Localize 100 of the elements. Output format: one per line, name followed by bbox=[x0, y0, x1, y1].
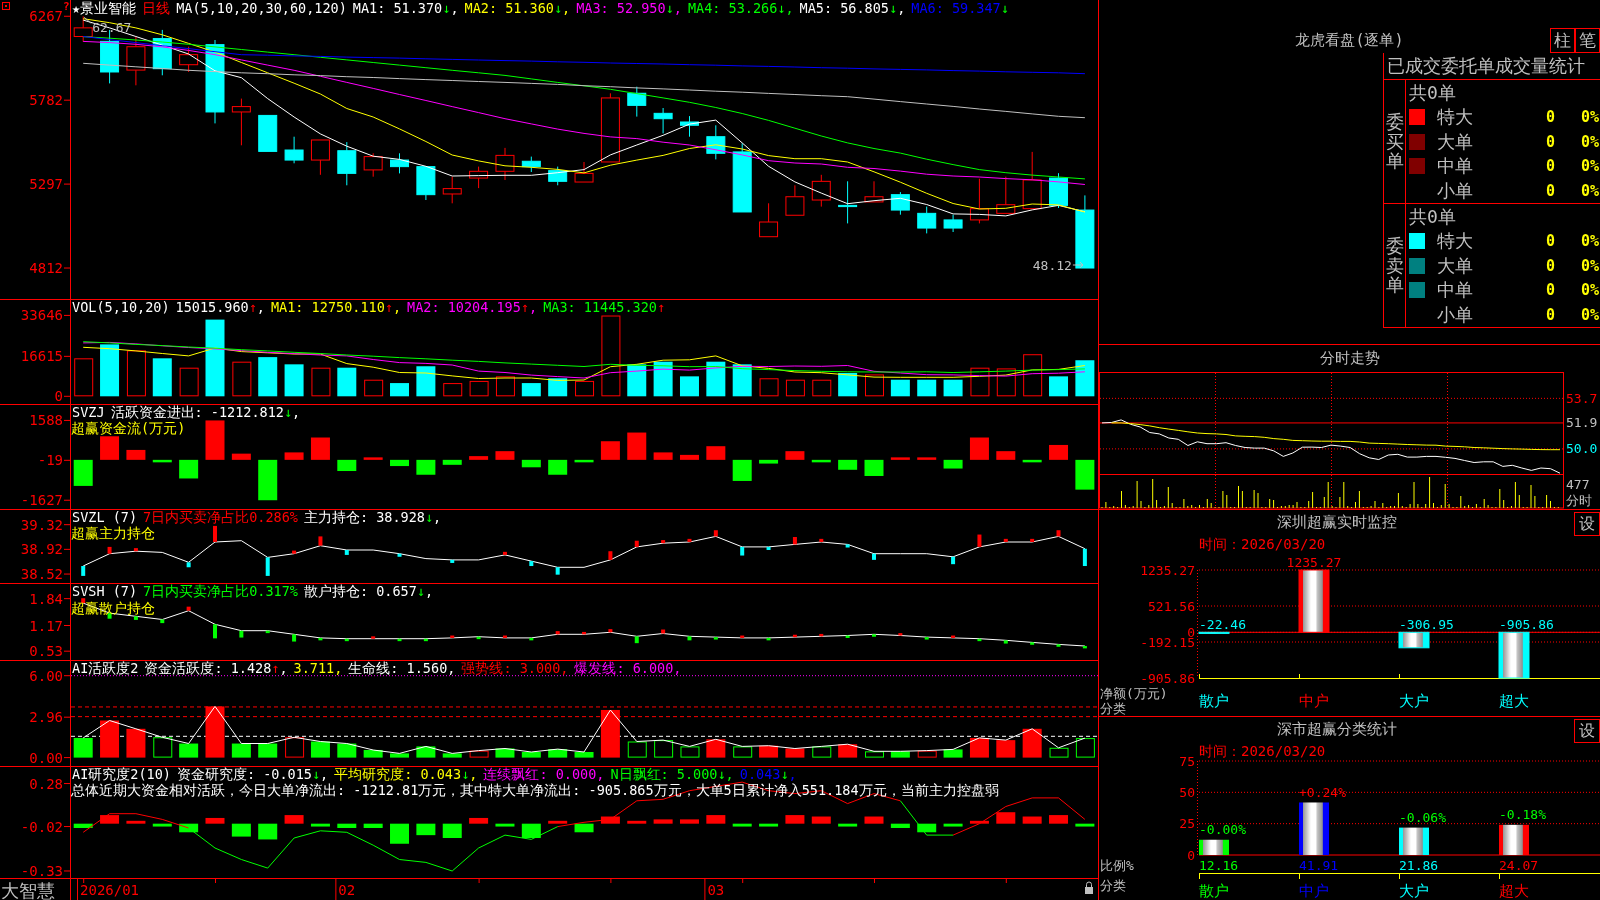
order-size-label: 特大 bbox=[1437, 231, 1473, 252]
legend-item: 0.043↓, bbox=[739, 767, 797, 782]
brand-name: 大智慧 bbox=[1, 879, 55, 900]
legend-item: 生命线: 1.560, bbox=[348, 661, 456, 676]
category-label: 散户 bbox=[1199, 882, 1229, 900]
data-label: -22.46 bbox=[1199, 616, 1246, 632]
indicator-caption: 超赢主力持仓 bbox=[71, 526, 155, 541]
legend-item: 7日内买卖净占比0.286% bbox=[143, 510, 298, 525]
axis-label: 0 bbox=[54, 388, 63, 404]
chart-title: 深市超赢分类统计 bbox=[1275, 719, 1398, 740]
category-label: 大户 bbox=[1399, 692, 1429, 710]
axis-label: 38.52 bbox=[20, 566, 63, 583]
axis-label: 0.00 bbox=[29, 749, 63, 766]
axis-label: 6.00 bbox=[29, 667, 63, 684]
chart-subtitle: 时间：2026/03/20 bbox=[1199, 536, 1326, 552]
volume-scale-label: 477 bbox=[1566, 476, 1590, 492]
order-size-label: 小单 bbox=[1437, 304, 1473, 325]
date-label: 2026/01 bbox=[80, 882, 140, 898]
axis-title: 比例% bbox=[1100, 857, 1134, 873]
axis-label: 38.92 bbox=[20, 541, 63, 558]
order-share: 0% bbox=[1579, 132, 1599, 151]
axis-label: 33646 bbox=[20, 307, 63, 324]
axis-label: -1627 bbox=[20, 492, 63, 509]
axis-label: 2.96 bbox=[29, 709, 63, 726]
axis-label: 6267 bbox=[29, 8, 63, 25]
order-share: 0% bbox=[1579, 181, 1599, 200]
axis-label: 521.56 bbox=[1148, 598, 1195, 614]
legend-item: 7日内买卖净占比0.317% bbox=[143, 584, 298, 599]
legend-item: AI研究度2(10) bbox=[72, 767, 171, 782]
category-label: 超大 bbox=[1499, 692, 1529, 710]
order-count: 0 bbox=[1545, 181, 1555, 200]
axis-title: 分类 bbox=[1100, 700, 1126, 716]
order-share: 0% bbox=[1579, 108, 1599, 127]
axis-title: 分类 bbox=[1100, 877, 1126, 893]
data-label: 1235.27 bbox=[1286, 554, 1342, 570]
axis-title: 净额(万元) bbox=[1100, 685, 1168, 701]
axis-label: 0.53 bbox=[29, 643, 63, 660]
axis-label: 50 bbox=[1179, 784, 1195, 800]
order-share: 0% bbox=[1579, 232, 1599, 251]
axis-label: 50.0 bbox=[1566, 441, 1598, 457]
axis-label: 75 bbox=[1179, 753, 1195, 769]
change-label: -0.00% bbox=[1199, 822, 1246, 838]
axis-label: 5297 bbox=[29, 176, 63, 193]
legend-item: 主力持仓: 38.928↓, bbox=[303, 510, 442, 525]
chart-title: 分时走势 bbox=[1319, 349, 1380, 368]
axis-label: 16615 bbox=[20, 348, 63, 365]
change-label: +0.24% bbox=[1299, 784, 1346, 800]
indicator-caption: 超赢资金流(万元) bbox=[71, 421, 186, 436]
legend-item: 爆发线: 6.000, bbox=[574, 661, 682, 676]
chart-title: 深圳超赢实时监控 bbox=[1275, 512, 1398, 533]
axis-label: -0.02 bbox=[20, 818, 63, 835]
legend-item: MA3: 52.950↓, bbox=[576, 1, 682, 16]
data-label: -905.86 bbox=[1499, 616, 1554, 632]
legend-item: 资金研究度: -0.015↓, bbox=[176, 767, 329, 782]
axis-label: -905.86 bbox=[1140, 670, 1195, 686]
order-share: 0% bbox=[1579, 256, 1599, 275]
legend-item: SVSH (7) bbox=[72, 584, 138, 599]
order-size-label: 特大 bbox=[1437, 107, 1473, 128]
legend-item: 散户持仓: 0.657↓, bbox=[303, 584, 434, 599]
order-count: 0 bbox=[1545, 305, 1555, 324]
axis-label: 4812 bbox=[29, 260, 63, 277]
axis-label: 1.84 bbox=[29, 590, 63, 607]
axis-label: 0 bbox=[1187, 847, 1195, 863]
category-label: 大户 bbox=[1399, 882, 1429, 900]
order-count: 0 bbox=[1545, 256, 1555, 275]
period-label: 分时 bbox=[1566, 492, 1592, 508]
axis-label: 51.9 bbox=[1566, 415, 1598, 431]
data-label: 12.16 bbox=[1199, 857, 1239, 873]
order-share: 0% bbox=[1579, 281, 1599, 300]
order-count: 0 bbox=[1545, 232, 1555, 251]
order-share: 0% bbox=[1579, 157, 1599, 176]
axis-label: 1235.27 bbox=[1140, 562, 1195, 578]
axis-label: 53.7 bbox=[1566, 390, 1598, 406]
legend-item: 连续飘红: 0.000, bbox=[483, 767, 605, 782]
legend-item: SVZJ bbox=[72, 405, 105, 420]
legend-item: VOL(5,10,20) bbox=[72, 300, 170, 315]
legend-item: N日飘红: 5.000↓, bbox=[610, 767, 734, 782]
order-size-label: 中单 bbox=[1437, 280, 1473, 301]
legend-item: MA3: 11445.320↑ bbox=[543, 300, 666, 315]
help-mark: ? bbox=[63, 0, 70, 13]
legend-item: MA1: 51.370↓, bbox=[352, 1, 459, 16]
legend-item: SVZL (7) bbox=[72, 510, 138, 525]
order-size-label: 大单 bbox=[1437, 131, 1473, 152]
data-label: 24.07 bbox=[1499, 857, 1539, 873]
order-count: 0 bbox=[1545, 281, 1555, 300]
order-count: 0 bbox=[1545, 132, 1555, 151]
legend-item: 日线 bbox=[142, 1, 171, 16]
axis-label: 5782 bbox=[29, 92, 63, 109]
order-share: 0% bbox=[1579, 305, 1599, 324]
legend-item: MA(5,10,20,30,60,120) bbox=[176, 1, 347, 16]
data-label: -306.95 bbox=[1399, 616, 1454, 632]
legend-item: 3.711, bbox=[293, 661, 343, 676]
order-size-label: 小单 bbox=[1437, 180, 1473, 201]
axis-label: 1.17 bbox=[29, 617, 63, 634]
legend-item: 强势线: 3.000, bbox=[461, 661, 569, 676]
legend-item: MA2: 10204.195↑, bbox=[407, 300, 538, 315]
category-label: 中户 bbox=[1299, 882, 1329, 900]
low-price-label: 48.12 bbox=[1032, 257, 1072, 273]
legend-item: MA2: 51.360↓, bbox=[464, 1, 571, 16]
order-size-label: 中单 bbox=[1437, 156, 1473, 177]
